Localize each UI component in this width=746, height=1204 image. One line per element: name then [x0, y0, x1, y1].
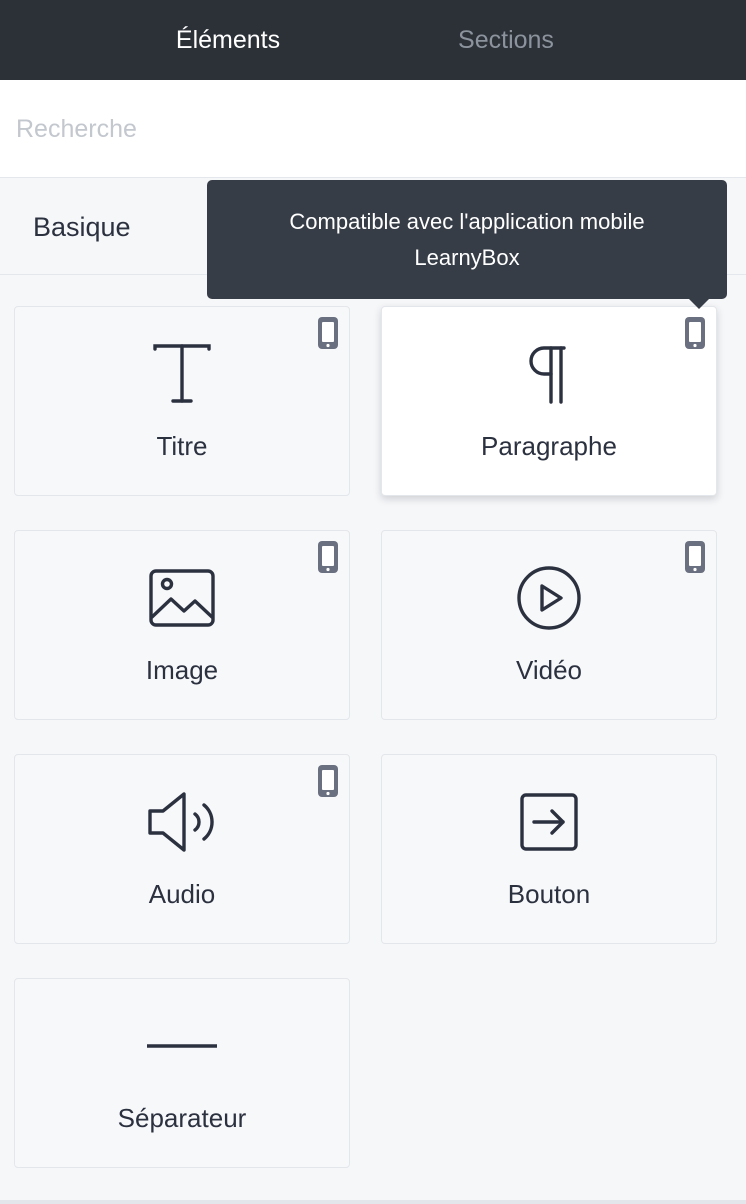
search-input[interactable] — [0, 80, 746, 178]
element-card-separateur[interactable]: Séparateur — [14, 978, 350, 1168]
tooltip-arrow — [689, 299, 709, 309]
divider — [0, 1200, 746, 1204]
element-card-video[interactable]: Vidéo — [381, 530, 717, 720]
element-label: Séparateur — [117, 1103, 247, 1133]
element-label: Titre — [156, 431, 208, 461]
paragraph-icon — [529, 346, 566, 404]
element-card-image[interactable]: Image — [14, 530, 350, 720]
element-label: Paragraphe — [481, 431, 617, 461]
tooltip-line-1: Compatible avec l'application mobile — [289, 209, 645, 234]
tab-bar: Éléments Sections — [0, 0, 746, 80]
mobile-compat-tooltip: Compatible avec l'application mobile Lea… — [207, 180, 727, 299]
mobile-icon — [318, 541, 338, 573]
element-card-audio[interactable]: Audio — [14, 754, 350, 944]
separator-icon — [147, 1044, 217, 1048]
element-card-paragraphe[interactable]: Paragraphe — [381, 306, 717, 496]
element-label: Bouton — [507, 879, 591, 909]
button-icon — [520, 793, 578, 851]
title-icon — [153, 344, 211, 403]
mobile-icon — [318, 317, 338, 349]
mobile-icon — [685, 541, 705, 573]
tab-elements[interactable]: Éléments — [108, 0, 348, 80]
element-label: Image — [145, 655, 219, 685]
tooltip-line-2: LearnyBox — [414, 245, 520, 270]
section-title: Basique — [33, 212, 131, 242]
tab-sections[interactable]: Sections — [386, 0, 626, 80]
video-icon — [517, 566, 581, 630]
element-card-titre[interactable]: Titre — [14, 306, 350, 496]
element-label: Audio — [148, 879, 216, 909]
element-card-bouton[interactable]: Bouton — [381, 754, 717, 944]
element-label: Vidéo — [515, 655, 583, 685]
image-icon — [149, 569, 215, 627]
audio-icon — [148, 792, 214, 852]
mobile-icon — [318, 765, 338, 797]
mobile-icon — [685, 317, 705, 349]
search-bar — [0, 80, 746, 178]
